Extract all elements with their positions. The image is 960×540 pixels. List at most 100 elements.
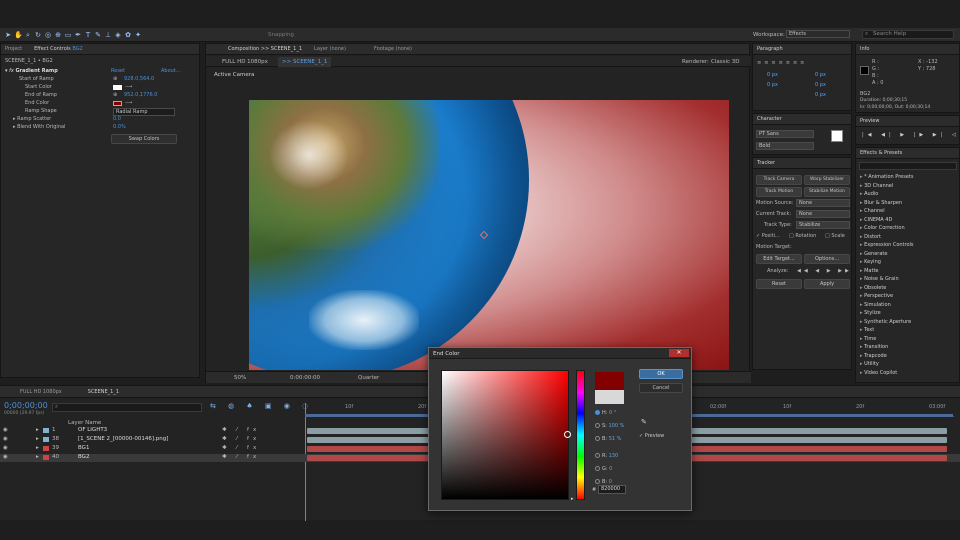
eyedropper-icon[interactable]: ⟶ [125, 83, 132, 91]
effects-category-item[interactable]: Generate [860, 251, 887, 257]
color-field-4[interactable]: G: 0 [595, 466, 612, 472]
subtab-full-hd[interactable]: FULL HD 1080px [222, 59, 268, 65]
ramp-shape-select[interactable]: Radial Ramp [113, 108, 175, 116]
label-color[interactable] [43, 428, 49, 433]
layer-name[interactable]: OF LIGHT3 [78, 427, 107, 433]
swap-colors-button[interactable]: Swap Colors [111, 134, 177, 144]
effects-category-item[interactable]: Obsolete [860, 285, 886, 291]
color-mode-radio[interactable] [595, 423, 600, 428]
effects-category-item[interactable]: Time [860, 336, 876, 342]
color-mode-radio[interactable] [595, 466, 600, 471]
roto-tool-icon[interactable]: ✿ [124, 31, 132, 39]
layer-name[interactable]: [1_SCENE 2_[00000-00146].png] [78, 436, 168, 442]
effects-category-item[interactable]: Blur & Sharpen [860, 200, 902, 206]
tab-footage[interactable]: Footage (none) [374, 46, 412, 52]
snapping-label[interactable]: Snapping [268, 32, 294, 38]
effects-category-item[interactable]: CINEMA 4D [860, 217, 892, 223]
color-mode-radio[interactable] [595, 479, 600, 484]
timecode-display[interactable]: 0:00:00:00 [290, 375, 320, 381]
eye-icon[interactable]: ◉ [3, 427, 8, 433]
track-motion-button[interactable]: Track Motion [756, 187, 802, 197]
motion-source-select[interactable]: None [796, 199, 850, 207]
camera-tool-icon[interactable]: ◎ [44, 31, 52, 39]
playhead[interactable] [305, 403, 306, 521]
indent-right-value[interactable]: 0 px [815, 71, 826, 79]
track-type-select[interactable]: Stabilize [796, 221, 850, 229]
end-color-swatch[interactable] [113, 101, 122, 106]
reset-link[interactable]: Reset [111, 67, 125, 75]
hand-tool-icon[interactable]: ✋ [14, 31, 23, 39]
start-color-swatch[interactable] [113, 85, 122, 90]
pen-tool-icon[interactable]: ✒ [74, 31, 82, 39]
ramp-scatter-value[interactable]: 0.0 [113, 115, 121, 123]
renderer-value[interactable]: Classic 3D [711, 59, 740, 65]
effects-category-item[interactable]: Expression Controls [860, 242, 913, 248]
layer-switches[interactable]: ✱ ⁄ fx [222, 436, 260, 442]
effects-category-item[interactable]: Keying [860, 259, 881, 265]
space-before-value[interactable]: 0 px [815, 81, 826, 89]
warp-stabilizer-button[interactable]: Warp Stabilizer [804, 175, 850, 185]
zoom-tool-icon[interactable]: ⌕ [24, 31, 32, 39]
effects-category-item[interactable]: Text [860, 327, 874, 333]
effects-category-item[interactable]: Simulation [860, 302, 891, 308]
effect-name[interactable]: ▾ fx Gradient Ramp [5, 67, 58, 75]
tab-project[interactable]: Project [5, 46, 22, 52]
tracker-reset-button[interactable]: Reset [756, 279, 802, 289]
eye-icon[interactable]: ◉ [3, 445, 8, 451]
effects-category-item[interactable]: Noise & Grain [860, 276, 899, 282]
about-link[interactable]: About... [161, 67, 181, 75]
color-field-3[interactable]: R: 130 [595, 453, 618, 459]
crosshair-icon[interactable]: ⊕ [113, 91, 117, 99]
hue-slider-arrow[interactable]: ▸ [571, 496, 574, 502]
timeline-switches[interactable]: ⇆ ◍ ♠ ▣ ◉ ◌ [210, 402, 313, 410]
expand-arrow-icon[interactable]: ▸ [36, 436, 39, 442]
label-color[interactable] [43, 455, 49, 460]
eye-icon[interactable]: ◉ [3, 454, 8, 460]
effects-category-item[interactable]: Video Copilot [860, 370, 897, 376]
hex-input[interactable]: 820000 [598, 485, 626, 494]
current-track-select[interactable]: None [796, 210, 850, 218]
blend-value[interactable]: 0.0% [113, 123, 126, 131]
eyedropper-icon[interactable]: ⟶ [125, 99, 132, 107]
effects-category-item[interactable]: Audio [860, 191, 878, 197]
font-select[interactable]: PT Sans [756, 130, 814, 138]
eye-icon[interactable]: ◉ [3, 436, 8, 442]
preview-controls[interactable]: |◀ ◀| ▶ |▶ ▶| ◁) ⟲ [862, 131, 960, 139]
effects-category-item[interactable]: Utility [860, 361, 879, 367]
end-of-ramp-value[interactable]: 952.0,1776.0 [124, 91, 157, 99]
preview-checkbox[interactable]: ✓ Preview [639, 433, 664, 439]
effects-search-input[interactable] [859, 162, 957, 170]
subtab-scene[interactable]: >> SCEENE_1_1 [278, 57, 332, 67]
layer-name[interactable]: BG1 [78, 445, 89, 451]
indent-left-value[interactable]: 0 px [767, 71, 778, 79]
selection-tool-icon[interactable]: ➤ [4, 31, 12, 39]
timeline-tab-full-hd[interactable]: FULL HD 1080px [20, 389, 62, 395]
start-of-ramp-value[interactable]: 928.0,564.0 [124, 75, 154, 83]
indent-first-value[interactable]: 0 px [767, 81, 778, 89]
eraser-tool-icon[interactable]: ◈ [114, 31, 122, 39]
timeline-search-input[interactable]: ⌕ [52, 403, 202, 412]
edit-target-button[interactable]: Edit Target... [756, 254, 802, 264]
analyze-controls[interactable]: ◀◀ ◀ ▶ ▶▶ [797, 267, 852, 275]
timeline-timecode[interactable]: 0;00;00;00 [4, 401, 48, 410]
clone-tool-icon[interactable]: ⊥ [104, 31, 112, 39]
color-field-1[interactable]: S: 100 % [595, 423, 624, 429]
layer-name[interactable]: BG2 [78, 454, 89, 460]
effects-category-item[interactable]: Channel [860, 208, 885, 214]
fill-color-swatch[interactable] [831, 130, 843, 142]
effects-category-item[interactable]: Perspective [860, 293, 893, 299]
effects-category-item[interactable]: Distort [860, 234, 881, 240]
color-field-2[interactable]: B: 51 % [595, 436, 621, 442]
ok-button[interactable]: OK [639, 369, 683, 379]
puppet-tool-icon[interactable]: ✦ [134, 31, 142, 39]
scale-checkbox[interactable]: □ Scale [825, 232, 845, 240]
color-mode-radio[interactable] [595, 410, 600, 415]
quality-select[interactable]: Quarter [358, 375, 379, 381]
rotate-tool-icon[interactable]: ↻ [34, 31, 42, 39]
color-field-cursor[interactable] [564, 431, 571, 438]
pan-behind-tool-icon[interactable]: ⊕ [54, 31, 62, 39]
cancel-button[interactable]: Cancel [639, 383, 683, 393]
effects-category-item[interactable]: Color Correction [860, 225, 905, 231]
crosshair-icon[interactable]: ⊕ [113, 75, 117, 83]
rectangle-tool-icon[interactable]: ▭ [64, 31, 72, 39]
